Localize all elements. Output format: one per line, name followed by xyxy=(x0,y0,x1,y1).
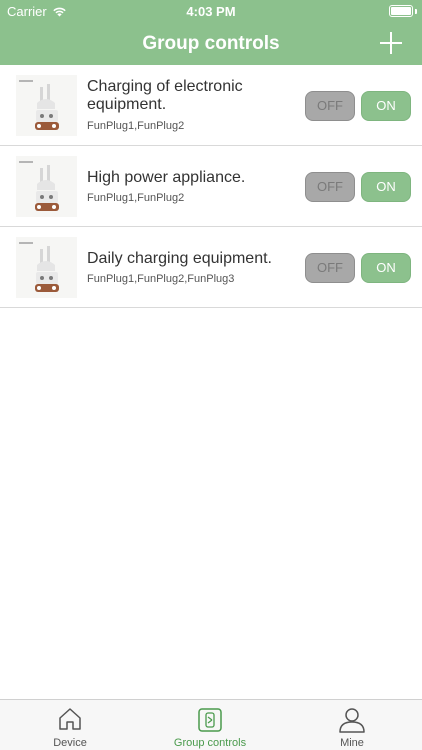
tab-mine[interactable]: Mine xyxy=(282,700,422,750)
group-row[interactable]: Daily charging equipment. FunPlug1,FunPl… xyxy=(0,227,422,308)
group-row[interactable]: High power appliance. FunPlug1,FunPlug2 … xyxy=(0,146,422,227)
smart-plug-thumbnail xyxy=(16,156,77,217)
group-controls-icon xyxy=(198,708,222,732)
nav-bar: Group controls xyxy=(0,22,422,65)
smart-plug-thumbnail xyxy=(16,75,77,136)
add-group-button[interactable] xyxy=(376,28,406,58)
off-button[interactable]: OFF xyxy=(305,91,355,121)
tab-label: Group controls xyxy=(173,737,247,749)
group-name: High power appliance. xyxy=(87,169,246,186)
tab-bar: Device Group controls Mine xyxy=(0,699,422,750)
battery-icon xyxy=(389,5,413,17)
tab-device[interactable]: Device xyxy=(0,700,140,750)
group-row[interactable]: Charging of electronic equipment. FunPlu… xyxy=(0,65,422,146)
person-icon xyxy=(339,708,365,733)
group-devices: FunPlug1,FunPlug2,FunPlug3 xyxy=(87,273,235,285)
plus-icon xyxy=(380,32,402,54)
tab-label: Device xyxy=(53,737,87,749)
group-name: Daily charging equipment. xyxy=(87,250,272,267)
group-name: Charging of electronic equipment. xyxy=(87,78,243,113)
off-button[interactable]: OFF xyxy=(305,172,355,202)
group-devices: FunPlug1,FunPlug2 xyxy=(87,192,185,204)
status-bar: Carrier 4:03 PM xyxy=(0,0,422,22)
group-list: Charging of electronic equipment. FunPlu… xyxy=(0,65,422,308)
page-title: Group controls xyxy=(142,33,280,54)
battery-fill xyxy=(391,7,411,15)
on-button[interactable]: ON xyxy=(361,91,411,121)
off-button[interactable]: OFF xyxy=(305,253,355,283)
on-button[interactable]: ON xyxy=(361,172,411,202)
on-button[interactable]: ON xyxy=(361,253,411,283)
tab-label: Mine xyxy=(340,737,364,749)
tab-group-controls[interactable]: Group controls xyxy=(140,700,280,750)
smart-plug-thumbnail xyxy=(16,237,77,298)
home-icon xyxy=(59,708,81,730)
group-devices: FunPlug1,FunPlug2 xyxy=(87,120,185,132)
battery-tip xyxy=(415,9,417,14)
status-time: 4:03 PM xyxy=(186,4,236,19)
